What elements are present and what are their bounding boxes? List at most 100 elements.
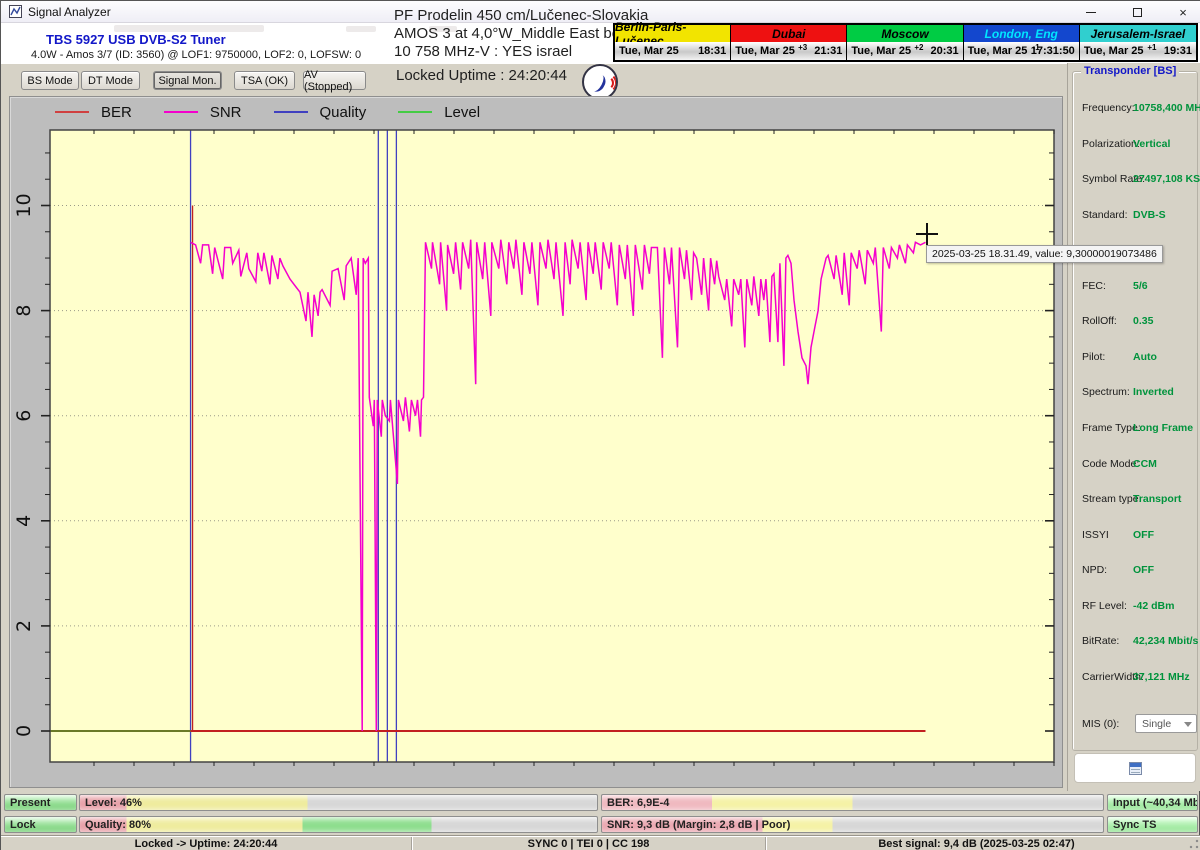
field-label: ISSYI xyxy=(1082,529,1109,541)
clock-date: Tue, Mar 25 xyxy=(615,45,679,57)
close-button[interactable]: × xyxy=(1173,3,1193,21)
field-label: BitRate: xyxy=(1082,635,1119,647)
ber-text: BER: 6,9E-4 xyxy=(607,797,669,809)
world-clocks: Berlin-Paris-Lučenec Tue, Mar 25 18:31 D… xyxy=(613,23,1198,62)
chevron-down-icon xyxy=(1184,722,1192,727)
window-title: Signal Analyzer xyxy=(28,5,111,19)
clock-city: London, Eng xyxy=(964,25,1079,42)
clock-date: Tue, Mar 25 xyxy=(1080,45,1144,57)
resize-grip[interactable] xyxy=(1188,838,1200,850)
minimize-button[interactable] xyxy=(1081,3,1101,21)
tab-tsa-ok-[interactable]: TSA (OK) xyxy=(234,71,295,90)
clock-utc-offset: +3 xyxy=(798,43,807,52)
mis-dropdown[interactable]: Single xyxy=(1135,714,1197,733)
clock-city: Moscow xyxy=(847,25,962,42)
clock-date: Tue, Mar 25 xyxy=(847,45,911,57)
transponder-field: Polarization: Vertical xyxy=(1073,138,1199,152)
redaction-smudge xyxy=(346,26,376,32)
mis-value: Single xyxy=(1142,718,1171,730)
field-label: Standard: xyxy=(1082,209,1128,221)
stream-list-icon xyxy=(1129,762,1142,775)
clock-utc-offset: +1 xyxy=(1147,43,1156,52)
field-value: Inverted xyxy=(1133,386,1174,398)
legend-item: Quality xyxy=(274,104,367,121)
transponder-groupbox: Transponder [BS] Frequency: 10758,400 MH… xyxy=(1072,71,1198,751)
field-value: DVB-S xyxy=(1133,209,1166,221)
world-clock: Berlin-Paris-Lučenec Tue, Mar 25 18:31 xyxy=(615,25,731,60)
transponder-field: Spectrum: Inverted xyxy=(1073,386,1199,400)
field-label: Frequency: xyxy=(1082,102,1135,114)
chart-legend: BER SNR Quality Level xyxy=(55,102,498,122)
world-clock: Dubai Tue, Mar 25 +3 21:31 xyxy=(731,25,847,60)
snr-progressbar: SNR: 9,3 dB (Margin: 2,8 dB | Poor) xyxy=(601,816,1104,833)
level-progressbar: Level: 46% xyxy=(79,794,598,811)
y-axis-label: 8 xyxy=(13,305,35,317)
transponder-field: Frame Type: Long Frame xyxy=(1073,422,1199,436)
clock-time: 21:31 xyxy=(814,45,842,57)
quality-progressbar: Quality: 80% xyxy=(79,816,598,833)
clock-utc-offset: +2 xyxy=(914,43,923,52)
transponder-field: Standard: DVB-S xyxy=(1073,209,1199,223)
clock-date: Tue, Mar 25 xyxy=(731,45,795,57)
legend-label: SNR xyxy=(210,104,242,121)
world-clock: London, Eng Tue, Mar 25 -1 17:31:50 xyxy=(964,25,1080,60)
site-line-2: AMOS 3 at 4,0°W_Middle East beam xyxy=(394,25,648,43)
transponder-field: RF Level: -42 dBm xyxy=(1073,600,1199,614)
field-label: RF Level: xyxy=(1082,600,1127,612)
clock-city: Berlin-Paris-Lučenec xyxy=(615,25,730,42)
transponder-field: ISSYI OFF xyxy=(1073,529,1199,543)
legend-label: Quality xyxy=(320,104,367,121)
field-label: Spectrum: xyxy=(1082,386,1130,398)
clock-date: Tue, Mar 25 xyxy=(964,45,1028,57)
legend-line-swatch xyxy=(164,111,198,113)
tab-bs-mode[interactable]: BS Mode xyxy=(21,71,79,90)
level-text: Level: 46% xyxy=(85,797,142,809)
tab-dt-mode[interactable]: DT Mode xyxy=(81,71,140,90)
clock-city: Jerusalem-Israel xyxy=(1080,25,1196,42)
field-label: Frame Type: xyxy=(1082,422,1141,434)
legend-item: BER xyxy=(55,104,132,121)
present-label: Present xyxy=(10,797,50,809)
mode-tabs: BS ModeDT Mode Signal Mon. TSA (OK) AV (Sto… xyxy=(1,69,1063,93)
field-value: -42 dBm xyxy=(1133,600,1174,612)
field-value: Vertical xyxy=(1133,138,1170,150)
clock-time: 17:31:50 xyxy=(1031,45,1075,57)
clock-city: Dubai xyxy=(731,25,846,42)
legend-line-swatch xyxy=(55,111,89,113)
field-value: 37,121 MHz xyxy=(1133,671,1190,683)
y-axis-label: 4 xyxy=(13,515,35,527)
field-value: OFF xyxy=(1133,564,1154,576)
statusbar-best-signal: Best signal: 9,4 dB (2025-03-25 02:47) xyxy=(766,837,1187,850)
y-axis-label: 6 xyxy=(13,410,35,422)
maximize-button[interactable] xyxy=(1127,3,1147,21)
tab-signal-mon-[interactable]: Signal Mon. xyxy=(153,71,222,90)
site-line-3: 10 758 MHz-V : YES israel xyxy=(394,43,648,61)
field-value: Auto xyxy=(1133,351,1157,363)
tab-av-stopped-[interactable]: AV (Stopped) xyxy=(303,71,366,90)
signal-chart[interactable]: 0246810 xyxy=(10,97,1062,787)
redaction-smudge xyxy=(114,25,264,32)
legend-line-swatch xyxy=(274,111,308,113)
transponder-field: NPD: OFF xyxy=(1073,564,1199,578)
field-value: 10758,400 MHz xyxy=(1133,102,1200,114)
field-label: RollOff: xyxy=(1082,315,1117,327)
field-value: 27497,108 KS/s xyxy=(1133,173,1200,185)
transponder-field: Symbol Rate: 27497,108 KS/s xyxy=(1073,173,1199,187)
transponder-field: Stream type: Transport xyxy=(1073,493,1199,507)
transponder-field: FEC: 5/6 xyxy=(1073,280,1199,294)
transponder-title: Transponder [BS] xyxy=(1081,65,1179,77)
transponder-field: BitRate: 42,234 Mbit/s xyxy=(1073,635,1199,649)
transponder-field: Pilot: Auto xyxy=(1073,351,1199,365)
field-value: 42,234 Mbit/s xyxy=(1133,635,1198,647)
legend-label: Level xyxy=(444,104,480,121)
field-value: OFF xyxy=(1133,529,1154,541)
transponder-field: Code Mode: CCM xyxy=(1073,458,1199,472)
ber-progressbar: BER: 6,9E-4 xyxy=(601,794,1104,811)
stream-list-button[interactable] xyxy=(1074,753,1196,783)
clock-time: 20:31 xyxy=(930,45,958,57)
field-label: NPD: xyxy=(1082,564,1107,576)
world-clock: Moscow Tue, Mar 25 +2 20:31 xyxy=(847,25,963,60)
quality-text: Quality: 80% xyxy=(85,819,151,831)
lock-label: Lock xyxy=(10,819,36,831)
lock-indicator: Lock xyxy=(4,816,77,833)
